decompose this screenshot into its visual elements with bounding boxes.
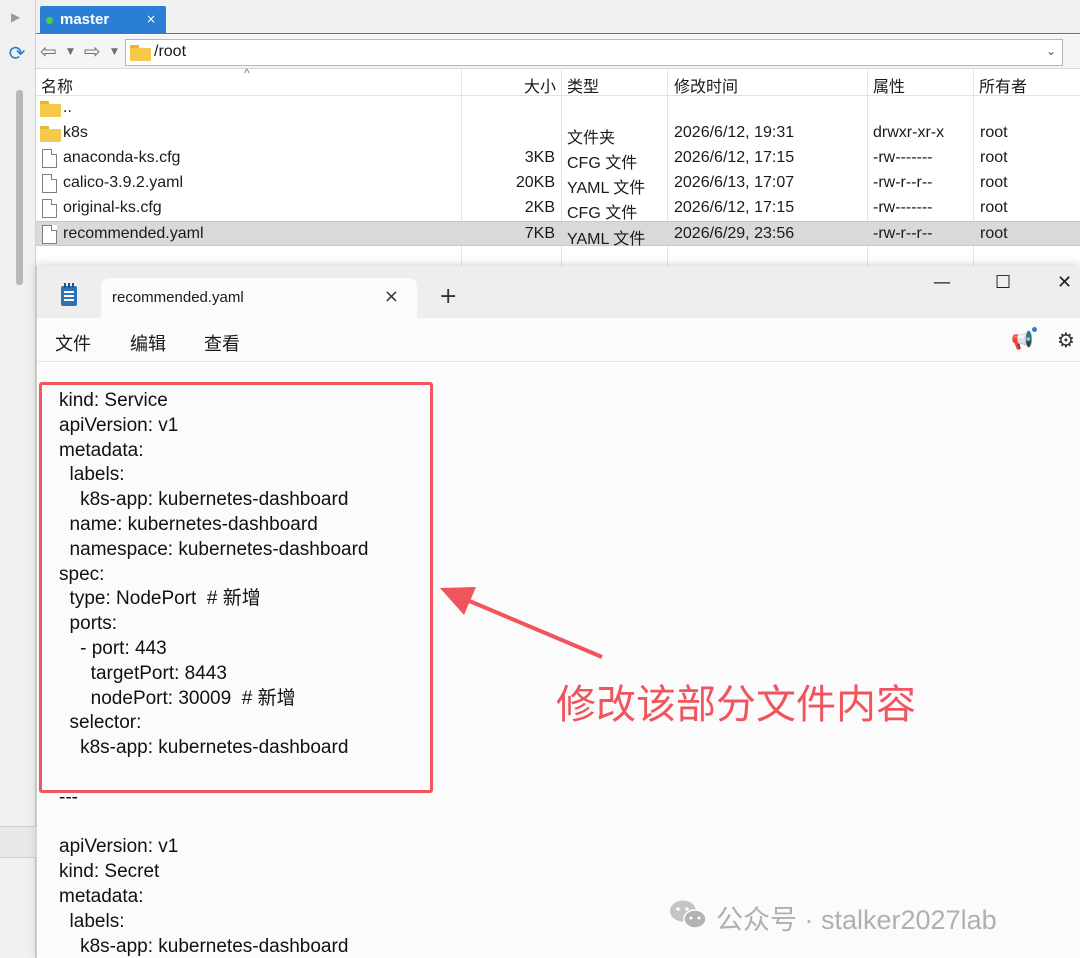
editor-line[interactable]: metadata: — [59, 885, 368, 910]
maximize-icon[interactable]: ☐ — [995, 272, 1011, 293]
file-icon — [42, 225, 57, 244]
menu-view[interactable]: 查看 — [204, 330, 240, 356]
session-tab-master[interactable]: master × — [40, 6, 166, 34]
file-row[interactable]: calico-3.9.2.yaml 20KB YAML 文件 2026/6/13, 1… — [36, 171, 1080, 197]
folder-icon — [40, 126, 61, 142]
megaphone-icon[interactable]: 📢 — [1011, 327, 1038, 351]
file-name: anaconda-ks.cfg — [63, 149, 181, 166]
editor-line[interactable] — [59, 811, 368, 836]
gear-icon[interactable]: ⚙ — [1057, 328, 1075, 352]
file-owner: root — [980, 124, 1008, 141]
close-tab-icon[interactable]: × — [146, 12, 156, 26]
file-icon — [42, 149, 57, 168]
file-size: 20KB — [515, 174, 555, 191]
file-row[interactable]: k8s 文件夹 2026/6/12, 19:31 drwxr-xr-x root — [36, 121, 1080, 147]
minimize-icon[interactable]: — — [933, 272, 951, 293]
forward-arrow-icon[interactable]: ⇨ — [84, 41, 101, 63]
file-modified: 2026/6/12, 17:15 — [674, 199, 795, 216]
notepad-title-bar[interactable]: recommended.yaml × + — ☐ ✕ — [37, 266, 1080, 320]
column-header-size[interactable]: 大小 — [524, 73, 556, 97]
file-type: YAML 文件 — [567, 180, 646, 197]
highlight-box — [39, 382, 433, 793]
file-manager-toolbar: ⇦ ▼ ⇨ ▼ /root ⌄ — [36, 35, 1080, 69]
file-type: CFG 文件 — [567, 155, 638, 172]
menu-edit[interactable]: 编辑 — [130, 330, 166, 356]
column-header-modified[interactable]: 修改时间 — [674, 73, 738, 97]
file-row[interactable]: original-ks.cfg 2KB CFG 文件 2026/6/12, 17:15… — [36, 196, 1080, 222]
annotation-arrow-icon — [440, 587, 603, 659]
file-owner: root — [980, 149, 1008, 166]
file-name: calico-3.9.2.yaml — [63, 174, 184, 191]
file-name: .. — [63, 99, 72, 116]
back-arrow-icon[interactable]: ⇦ — [40, 41, 57, 63]
path-text: /root — [154, 43, 187, 60]
editor-line[interactable]: apiVersion: v1 — [59, 835, 368, 860]
folder-icon — [130, 45, 151, 61]
file-name: k8s — [63, 124, 88, 141]
side-panel-divider — [0, 826, 36, 858]
file-modified: 2026/6/29, 23:56 — [674, 225, 795, 242]
file-attributes: -rw-r--r-- — [873, 174, 933, 191]
file-owner: root — [980, 225, 1008, 242]
file-type: 文件夹 — [567, 130, 616, 147]
column-header-attributes[interactable]: 属性 — [873, 73, 905, 97]
file-list: 名称 ^ 大小 类型 修改时间 属性 所有者 .. k8s 文件夹 2026/6/12… — [36, 66, 1080, 266]
file-row[interactable]: .. — [36, 96, 1080, 121]
path-dropdown-chevron-down-icon[interactable]: ⌄ — [1046, 44, 1056, 58]
file-size: 3KB — [524, 149, 555, 166]
file-size: 2KB — [524, 199, 555, 216]
column-header-name[interactable]: 名称 — [41, 73, 73, 97]
file-attributes: -rw-r--r-- — [873, 225, 933, 242]
sort-ascending-icon: ^ — [244, 66, 250, 80]
annotation-text: 修改该部分文件内容 — [556, 683, 916, 727]
close-document-tab-icon[interactable]: × — [384, 286, 399, 307]
forward-history-chevron-down-icon[interactable]: ▼ — [111, 47, 118, 57]
file-attributes: drwxr-xr-x — [873, 124, 945, 141]
new-tab-plus-icon[interactable]: + — [439, 284, 457, 309]
editor-line[interactable]: kind: Secret — [59, 860, 368, 885]
file-owner: root — [980, 174, 1008, 191]
expand-arrow-icon[interactable]: ▶ — [11, 10, 20, 24]
file-icon — [42, 199, 57, 218]
file-type: YAML 文件 — [567, 231, 646, 248]
document-tab[interactable]: recommended.yaml × — [101, 278, 417, 320]
column-header-type[interactable]: 类型 — [567, 73, 599, 97]
editor-line[interactable]: k8s-app: kubernetes-dashboard — [59, 935, 368, 958]
side-scrollbar[interactable] — [16, 90, 23, 285]
file-name: original-ks.cfg — [63, 199, 162, 216]
notepad-menu-bar: 文件 编辑 查看 📢 ⚙ — [37, 318, 1080, 362]
file-name: recommended.yaml — [63, 225, 204, 242]
notepad-app-icon — [61, 283, 77, 306]
file-owner: root — [980, 199, 1008, 216]
file-attributes: -rw------- — [873, 149, 933, 166]
session-tab-label: master — [60, 11, 110, 28]
wechat-icon — [670, 900, 707, 929]
session-tab-bar: master × — [36, 0, 1080, 34]
editor-line[interactable]: labels: — [59, 910, 368, 935]
file-icon — [42, 174, 57, 193]
file-row[interactable]: anaconda-ks.cfg 3KB CFG 文件 2026/6/12, 17:15… — [36, 146, 1080, 172]
back-history-chevron-down-icon[interactable]: ▼ — [67, 47, 74, 57]
connected-status-icon — [46, 17, 53, 24]
refresh-icon[interactable]: ⟳ — [4, 40, 30, 66]
file-list-header: 名称 ^ 大小 类型 修改时间 属性 所有者 — [36, 66, 1080, 97]
menu-file[interactable]: 文件 — [55, 330, 91, 356]
file-size: 7KB — [524, 225, 555, 242]
file-attributes: -rw------- — [873, 199, 933, 216]
document-tab-title: recommended.yaml — [112, 289, 244, 306]
close-window-icon[interactable]: ✕ — [1057, 272, 1072, 293]
file-manager-side-strip: ▶ ⟳ — [0, 0, 36, 958]
path-input[interactable]: /root ⌄ — [125, 39, 1063, 66]
notification-dot — [1032, 327, 1038, 332]
file-modified: 2026/6/13, 17:07 — [674, 174, 795, 191]
watermark-text: 公众号 · stalker2027lab — [716, 905, 997, 935]
file-row[interactable]: recommended.yaml 7KB YAML 文件 2026/6/29, 23:… — [36, 221, 1080, 248]
folder-icon — [40, 101, 61, 117]
file-type: CFG 文件 — [567, 205, 638, 222]
file-modified: 2026/6/12, 17:15 — [674, 149, 795, 166]
column-header-owner[interactable]: 所有者 — [979, 73, 1027, 97]
file-modified: 2026/6/12, 19:31 — [674, 124, 795, 141]
